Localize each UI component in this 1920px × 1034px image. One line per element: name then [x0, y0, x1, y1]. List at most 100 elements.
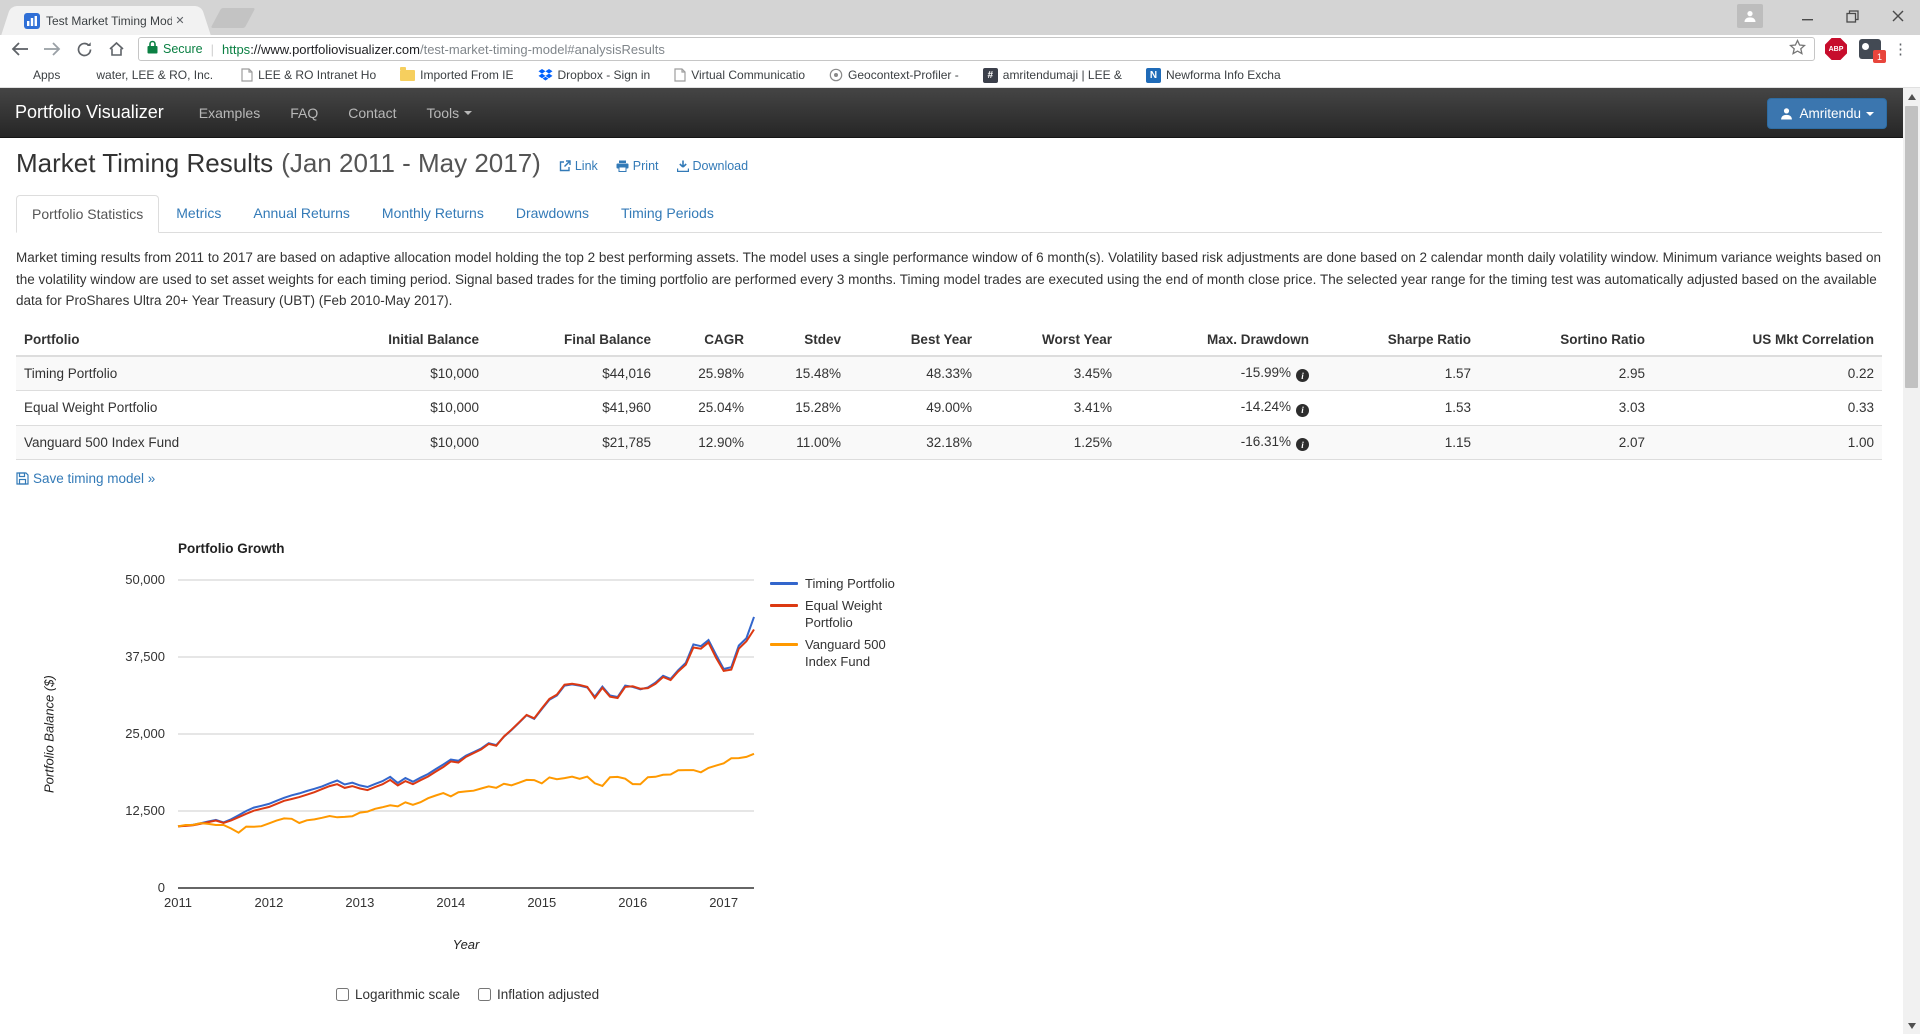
legend-item-timing: Timing Portfolio [770, 575, 905, 592]
browser-address-bar: Secure | https://www.portfoliovisualizer… [0, 35, 1920, 63]
inflation-adjusted-checkbox[interactable] [478, 988, 492, 1001]
chrome-menu-icon[interactable]: ⋮ [1893, 40, 1908, 58]
legend-item-vanguard: Vanguard 500 Index Fund [770, 636, 905, 670]
scrollbar-up-arrow[interactable] [1903, 88, 1920, 105]
bookmark-folder-imported[interactable]: Imported From IE [400, 66, 514, 82]
window-minimize-button[interactable] [1785, 1, 1830, 31]
bookmark-dropbox[interactable]: Dropbox - Sign in [538, 68, 650, 82]
table-row: Equal Weight Portfolio $10,000 $41,960 25.0… [16, 390, 1882, 425]
nav-faq[interactable]: FAQ [275, 88, 333, 138]
inflation-adjusted-option[interactable]: Inflation adjusted [478, 987, 599, 1002]
legend-swatch [770, 604, 798, 607]
external-link-icon [559, 160, 571, 172]
page-title: Market Timing Results [16, 148, 274, 178]
bookmark-star-icon[interactable] [1788, 38, 1807, 60]
tab-close-icon[interactable]: ✕ [172, 13, 188, 29]
window-close-button[interactable] [1875, 1, 1920, 31]
legend-swatch [770, 582, 798, 585]
chart-line-1 [177, 628, 755, 828]
table-row: Vanguard 500 Index Fund $10,000 $21,785 12.… [16, 424, 1882, 460]
legend-swatch [770, 643, 798, 646]
page-title-range: (Jan 2011 - May 2017) [281, 148, 541, 178]
folder-icon [400, 66, 416, 81]
bookmark-apps[interactable]: Apps [14, 68, 60, 82]
bookmark-item[interactable]: LEE & RO Intranet Ho [241, 68, 376, 82]
tab-portfolio-statistics[interactable]: Portfolio Statistics [16, 195, 160, 233]
caret-down-icon [1866, 111, 1874, 116]
tab-drawdowns[interactable]: Drawdowns [501, 195, 604, 233]
secure-lock-icon [147, 40, 158, 59]
scrollbar-down-arrow[interactable] [1903, 1017, 1920, 1034]
logarithmic-scale-option[interactable]: Logarithmic scale [336, 987, 460, 1002]
portfolio-stats-table: Portfolio Initial Balance Final Balance CAG… [16, 323, 1882, 461]
new-tab-button[interactable] [210, 8, 256, 28]
table-row: Timing Portfolio $10,000 $44,016 25.98% 15.4… [16, 355, 1882, 391]
nav-tools[interactable]: Tools [411, 88, 487, 138]
browser-tab[interactable]: Test Market Timing Mod ✕ [16, 6, 196, 35]
tab-monthly-returns[interactable]: Monthly Returns [367, 195, 499, 233]
link-action[interactable]: Link [559, 159, 598, 173]
back-button-icon[interactable] [8, 37, 32, 61]
browser-tab-bar: Test Market Timing Mod ✕ [0, 0, 1920, 35]
tab-timing-periods[interactable]: Timing Periods [606, 195, 729, 233]
brand-link[interactable]: Portfolio Visualizer [15, 102, 164, 123]
user-icon [1781, 108, 1793, 120]
extension-icon[interactable]: 1 [1859, 39, 1886, 63]
page-icon [241, 68, 253, 82]
adblock-extension-icon[interactable]: ABP [1825, 38, 1847, 60]
bookmark-amritendumaji[interactable]: # amritendumaji | LEE & [982, 67, 1122, 83]
bookmark-geocontext[interactable]: Geocontext-Profiler - [829, 68, 959, 82]
omnibox-divider: | [210, 41, 214, 57]
bookmark-newforma[interactable]: N Newforma Info Excha [1145, 67, 1281, 83]
nav-examples[interactable]: Examples [184, 88, 275, 138]
chrome-profile-button[interactable] [1737, 4, 1763, 28]
info-icon[interactable] [1296, 403, 1309, 417]
tab-title: Test Market Timing Mod [46, 13, 172, 28]
page-icon [674, 68, 686, 82]
globe-icon [829, 68, 843, 82]
x-axis-title: Year [452, 937, 480, 952]
save-timing-model-link[interactable]: Save timing model » [16, 471, 155, 486]
tab-metrics[interactable]: Metrics [161, 195, 236, 233]
info-icon[interactable] [1296, 369, 1309, 382]
portfolio-growth-chart: Portfolio Growth 50,000 37,500 25,000 12,50… [0, 535, 1000, 1034]
chart-options: Logarithmic scale Inflation adjusted [336, 987, 617, 1002]
extension-badge: 1 [1873, 50, 1886, 63]
newforma-icon: N [1145, 67, 1161, 83]
home-button-icon[interactable] [104, 37, 128, 61]
window-restore-button[interactable] [1830, 1, 1875, 31]
caret-down-icon [464, 110, 473, 115]
bookmark-item[interactable]: water, LEE & RO, Inc. [96, 68, 213, 82]
chart-line-0 [177, 616, 755, 828]
forward-button-icon[interactable] [40, 37, 64, 61]
bookmark-item[interactable]: Virtual Communicatio [674, 68, 805, 82]
url-omnibox[interactable]: Secure | https://www.portfoliovisualizer… [138, 37, 1815, 61]
y-axis-title: Portfolio Balance ($) [41, 675, 57, 793]
download-action[interactable]: Download [676, 159, 748, 173]
save-icon [16, 472, 29, 485]
page-content: Market Timing Results (Jan 2011 - May 20… [0, 138, 1903, 1034]
user-menu-button[interactable]: Amritendu [1767, 98, 1887, 129]
apps-grid-icon [14, 68, 28, 82]
scrollbar-thumb[interactable] [1905, 106, 1918, 388]
results-tabs: Portfolio Statistics Metrics Annual Retu… [16, 195, 1882, 233]
logarithmic-scale-checkbox[interactable] [336, 988, 349, 1001]
nav-contact[interactable]: Contact [333, 88, 411, 138]
bookmarks-bar: Apps water, LEE & RO, Inc. LEE & RO Intr… [0, 63, 1920, 88]
chart-line-2 [177, 752, 755, 834]
page-scrollbar[interactable] [1903, 88, 1920, 1034]
secure-label: Secure [163, 42, 203, 56]
tab-annual-returns[interactable]: Annual Returns [238, 195, 365, 233]
info-icon[interactable] [1296, 438, 1309, 451]
model-description: Market timing results from 2011 to 2017 … [16, 250, 1882, 308]
hash-icon: # [982, 67, 998, 83]
printer-icon [616, 160, 629, 172]
dropbox-icon [538, 68, 553, 82]
refresh-button-icon[interactable] [72, 37, 96, 61]
legend-item-equal-weight: Equal Weight Portfolio [770, 597, 905, 631]
print-action[interactable]: Print [616, 159, 659, 173]
table-header-row: Portfolio Initial Balance Final Balance CAG… [16, 323, 1882, 357]
download-icon [676, 160, 689, 172]
url-text: https://www.portfoliovisualizer.com/test… [222, 41, 665, 57]
site-favicon-icon [24, 12, 40, 29]
